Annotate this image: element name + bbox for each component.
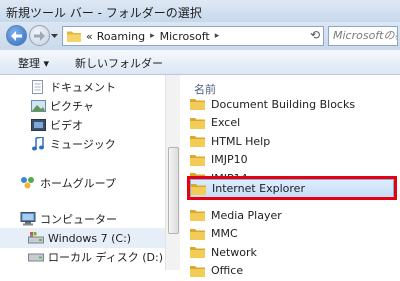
folder-name: Office: [211, 264, 244, 277]
folder-name: Excel: [211, 116, 241, 129]
computer-icon: [20, 212, 36, 226]
sidebar-item-label: ミュージック: [50, 138, 116, 151]
sidebar-item-label: ビデオ: [50, 119, 83, 132]
sidebar-item-label: ピクチャ: [50, 100, 94, 113]
folder-name: Media Player: [211, 208, 282, 222]
pictures-icon: [30, 99, 46, 113]
folder-icon: [190, 264, 206, 277]
sidebar-item-label: コンピューター: [40, 213, 117, 226]
sidebar-item-homegroup[interactable]: ホームグループ: [0, 173, 175, 193]
chevron-right-icon[interactable]: ▸: [215, 31, 220, 41]
video-icon: [30, 118, 46, 132]
folder-icon: [190, 246, 206, 259]
sidebar-item-documents[interactable]: ドキュメント: [0, 77, 175, 97]
folder-name: Network: [211, 245, 257, 259]
refresh-icon[interactable]: ⟲: [310, 28, 320, 42]
documents-icon: [30, 80, 46, 94]
folder-icon: [67, 31, 81, 42]
folder-icon: [190, 153, 206, 166]
folder-row[interactable]: Internet Explorer: [190, 179, 394, 198]
arrow-left-icon: [11, 30, 22, 41]
sidebar-item-pictures[interactable]: ピクチャ: [0, 96, 175, 116]
sidebar-item-local-disk-d[interactable]: ローカル ディスク (D:): [0, 247, 175, 267]
folder-row[interactable]: Excel: [190, 113, 390, 133]
music-icon: [30, 137, 46, 151]
drive-icon: [28, 231, 44, 245]
breadcrumb-overflow[interactable]: «: [86, 30, 93, 43]
navigation-scrollbar[interactable]: [165, 75, 180, 270]
organize-button[interactable]: 整理 ▾: [18, 55, 49, 71]
back-button[interactable]: [6, 25, 27, 46]
drive-icon: [28, 250, 44, 264]
folder-row[interactable]: Network: [190, 242, 390, 262]
navigation-bar: « Roaming ▸ Microsoft ▸ ⟲ Microsoftの検: [0, 22, 400, 50]
forward-button[interactable]: [29, 25, 50, 46]
address-bar[interactable]: « Roaming ▸ Microsoft ▸ ⟲: [62, 26, 324, 46]
search-input[interactable]: Microsoftの検: [328, 26, 398, 46]
folder-icon: [190, 227, 206, 240]
folder-icon: [190, 116, 206, 129]
chevron-right-icon[interactable]: ▸: [150, 31, 155, 41]
folder-name: Document Building Blocks: [211, 97, 356, 111]
folder-row[interactable]: IMJP10: [190, 150, 390, 170]
breadcrumb-microsoft[interactable]: Microsoft: [160, 30, 210, 43]
sidebar-item-label: ホームグループ: [40, 177, 117, 190]
folder-name: IMJP10: [211, 153, 248, 166]
folder-row[interactable]: Document Building Blocks: [190, 94, 390, 114]
sidebar-item-label: Windows 7 (C:): [48, 231, 132, 245]
folder-row[interactable]: MMC: [190, 224, 390, 244]
sidebar-item-label: ドキュメント: [50, 81, 116, 94]
recent-pages-chevron-icon[interactable]: [51, 34, 58, 39]
breadcrumb-roaming[interactable]: Roaming: [97, 30, 145, 43]
sidebar-item-label: ローカル ディスク (D:): [48, 251, 163, 264]
folder-icon: [190, 98, 206, 111]
folder-icon: [190, 209, 206, 222]
navigation-pane: ドキュメント ピクチャ ビデオ ミュージック ホームグループ コンピューター W…: [0, 75, 175, 270]
sidebar-item-music[interactable]: ミュージック: [0, 134, 175, 154]
window-title: 新規ツール バー - フォルダーの選択: [6, 6, 202, 20]
sidebar-item-windows7-c[interactable]: Windows 7 (C:): [0, 228, 175, 248]
sidebar-item-video[interactable]: ビデオ: [0, 115, 175, 135]
folder-row[interactable]: HTML Help: [190, 131, 390, 151]
folder-name: Internet Explorer: [212, 182, 305, 195]
folder-name: MMC: [211, 227, 238, 240]
homegroup-icon: [20, 176, 36, 190]
command-toolbar: 整理 ▾ 新しいフォルダー: [0, 50, 400, 75]
folder-row[interactable]: Media Player: [190, 205, 390, 225]
sidebar-item-computer[interactable]: コンピューター: [0, 209, 175, 229]
arrow-right-icon: [34, 30, 45, 41]
folder-name: HTML Help: [211, 134, 271, 148]
folder-icon: [190, 135, 206, 148]
folder-icon: [191, 182, 207, 195]
folder-row[interactable]: Office: [190, 261, 390, 281]
title-bar: 新規ツール バー - フォルダーの選択: [0, 0, 400, 22]
scrollbar-thumb[interactable]: [168, 147, 179, 234]
new-folder-button[interactable]: 新しいフォルダー: [75, 55, 163, 71]
